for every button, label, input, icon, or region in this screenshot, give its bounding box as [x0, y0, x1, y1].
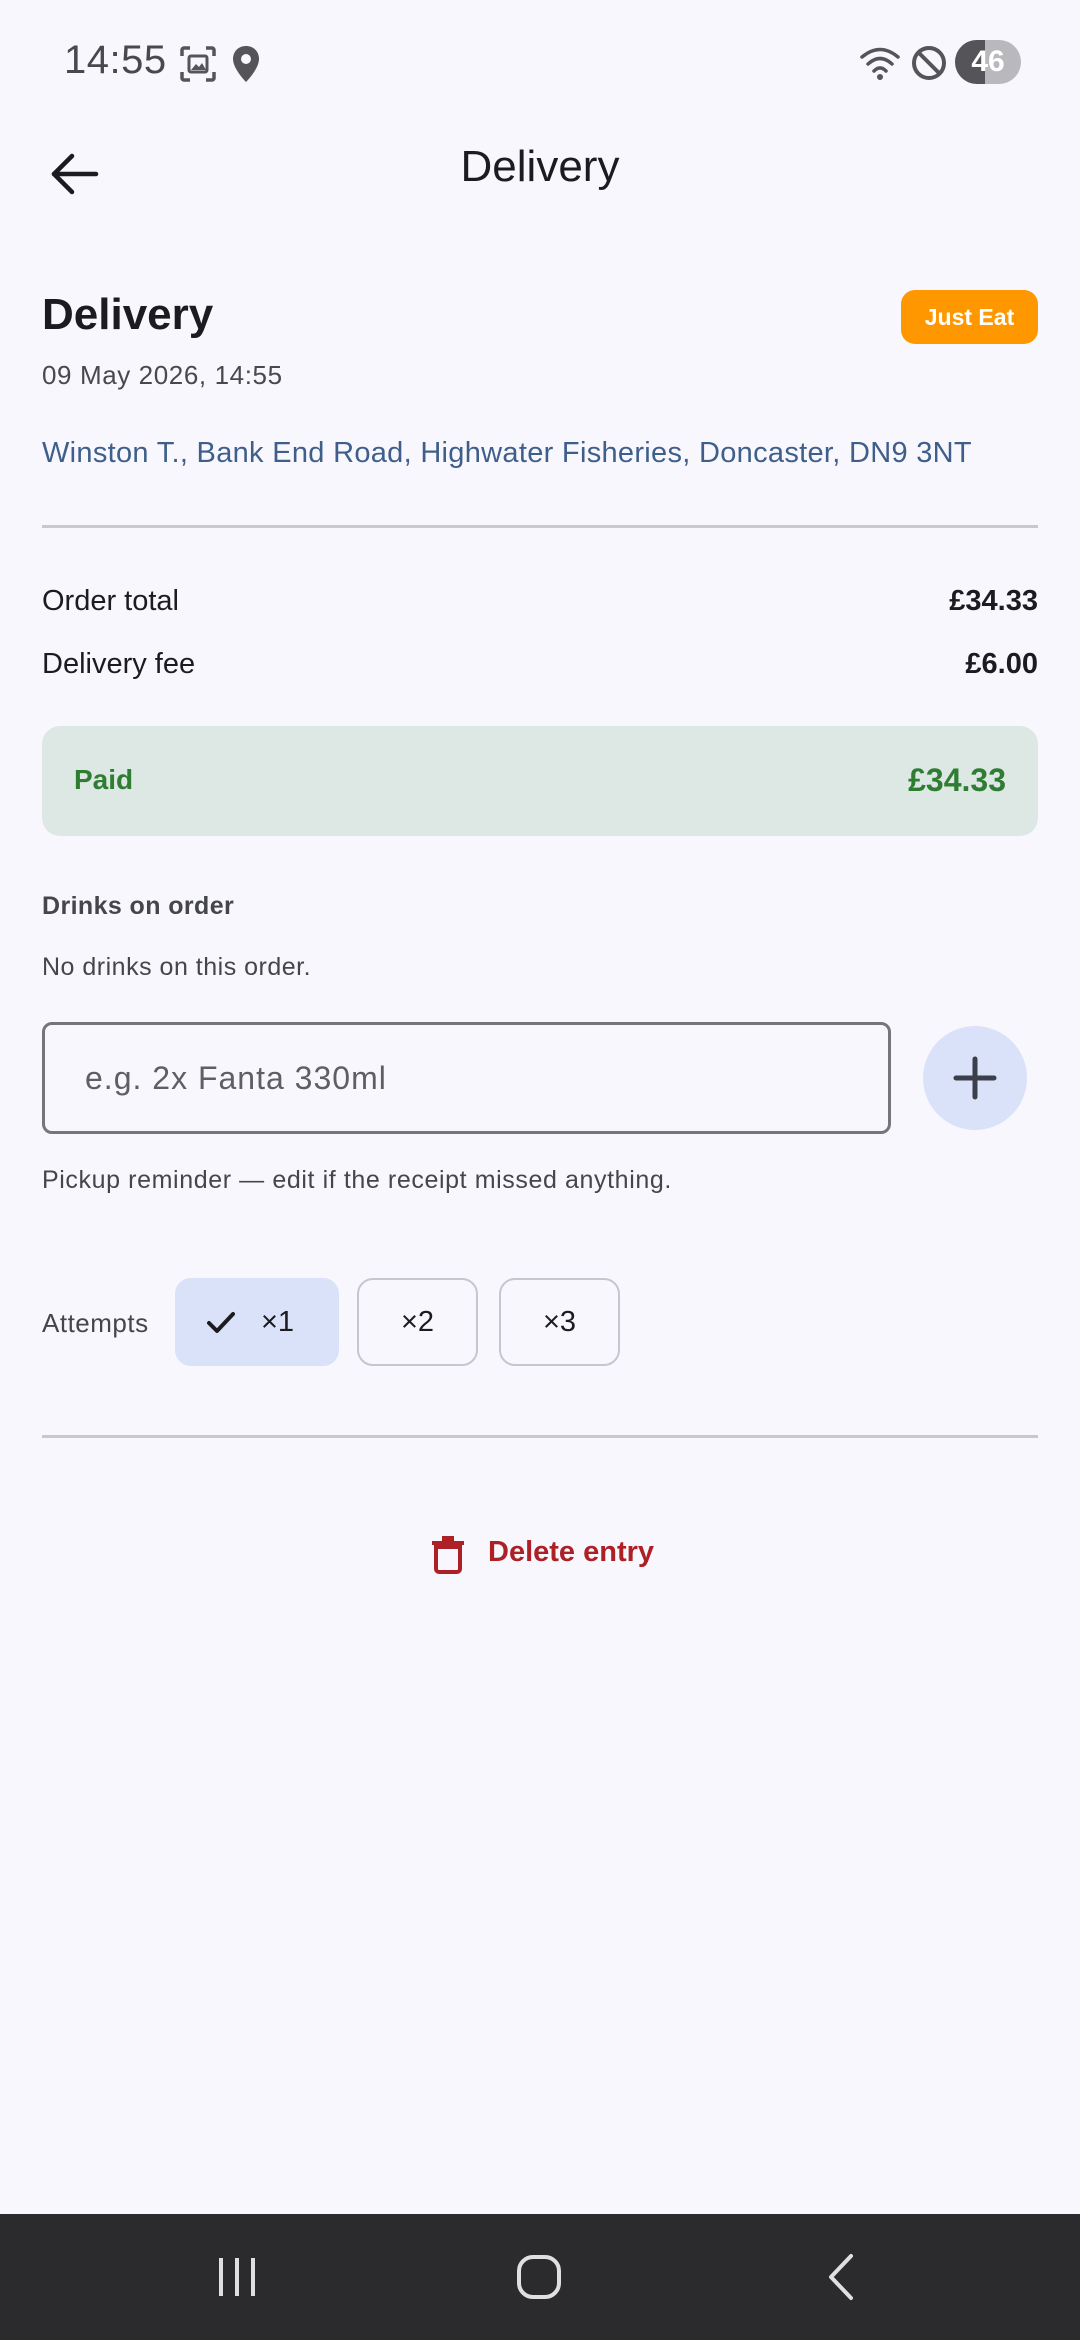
- trash-icon: [432, 1536, 464, 1574]
- recent-apps-icon: [219, 2258, 255, 2296]
- delivery-address[interactable]: Winston T., Bank End Road, Highwater Fis…: [42, 437, 972, 470]
- order-total-value: £34.33: [949, 585, 1038, 617]
- location-icon: [228, 44, 264, 89]
- home-button[interactable]: [494, 2242, 584, 2312]
- attempt-chip-label: ×2: [400, 1306, 435, 1338]
- attempt-chip-label: ×1: [261, 1306, 295, 1338]
- status-time: 14:55: [64, 38, 167, 82]
- add-drink-button[interactable]: [923, 1026, 1027, 1130]
- chevron-left-icon: [829, 2254, 853, 2300]
- platform-badge: Just Eat: [901, 290, 1038, 344]
- app-bar-title: Delivery: [460, 142, 620, 191]
- delivery-fee-value: £6.00: [965, 648, 1038, 680]
- paid-summary: Paid £34.33: [42, 726, 1038, 836]
- plus-icon: [953, 1056, 997, 1100]
- screenshot-icon: [178, 44, 218, 89]
- paid-value: £34.33: [908, 762, 1006, 798]
- attempt-chip-label: ×3: [542, 1306, 577, 1338]
- drink-input[interactable]: [42, 1022, 891, 1134]
- attempt-chip-1[interactable]: ×1: [175, 1278, 339, 1366]
- divider: [42, 525, 1038, 528]
- paid-label: Paid: [74, 764, 134, 795]
- drinks-empty-note: No drinks on this order.: [42, 953, 312, 981]
- wifi-icon: [860, 46, 900, 85]
- system-back-button[interactable]: [796, 2242, 886, 2312]
- divider: [42, 1435, 1038, 1438]
- drinks-hint: Pickup reminder — edit if the receipt mi…: [42, 1166, 672, 1194]
- status-bar: 14:55 46: [0, 0, 1080, 128]
- attempt-chip-2[interactable]: ×2: [357, 1278, 478, 1366]
- order-total-label: Order total: [42, 585, 179, 617]
- delete-entry-button[interactable]: Delete entry: [420, 1530, 670, 1578]
- delete-entry-label: Delete entry: [488, 1536, 655, 1568]
- check-icon: [207, 1312, 235, 1333]
- home-icon: [517, 2255, 561, 2299]
- entry-date: 09 May 2026, 14:55: [42, 360, 283, 390]
- drinks-section-title: Drinks on order: [42, 892, 235, 920]
- recent-apps-button[interactable]: [192, 2242, 282, 2312]
- battery-icon: 46: [955, 40, 1021, 84]
- do-not-disturb-icon: [910, 44, 948, 87]
- system-nav-bar: [0, 2214, 1080, 2340]
- battery-percent: 46: [971, 45, 1005, 78]
- attempt-chip-3[interactable]: ×3: [499, 1278, 620, 1366]
- entry-heading: Delivery: [42, 290, 214, 339]
- delivery-fee-label: Delivery fee: [42, 648, 196, 680]
- attempts-label: Attempts: [42, 1308, 149, 1338]
